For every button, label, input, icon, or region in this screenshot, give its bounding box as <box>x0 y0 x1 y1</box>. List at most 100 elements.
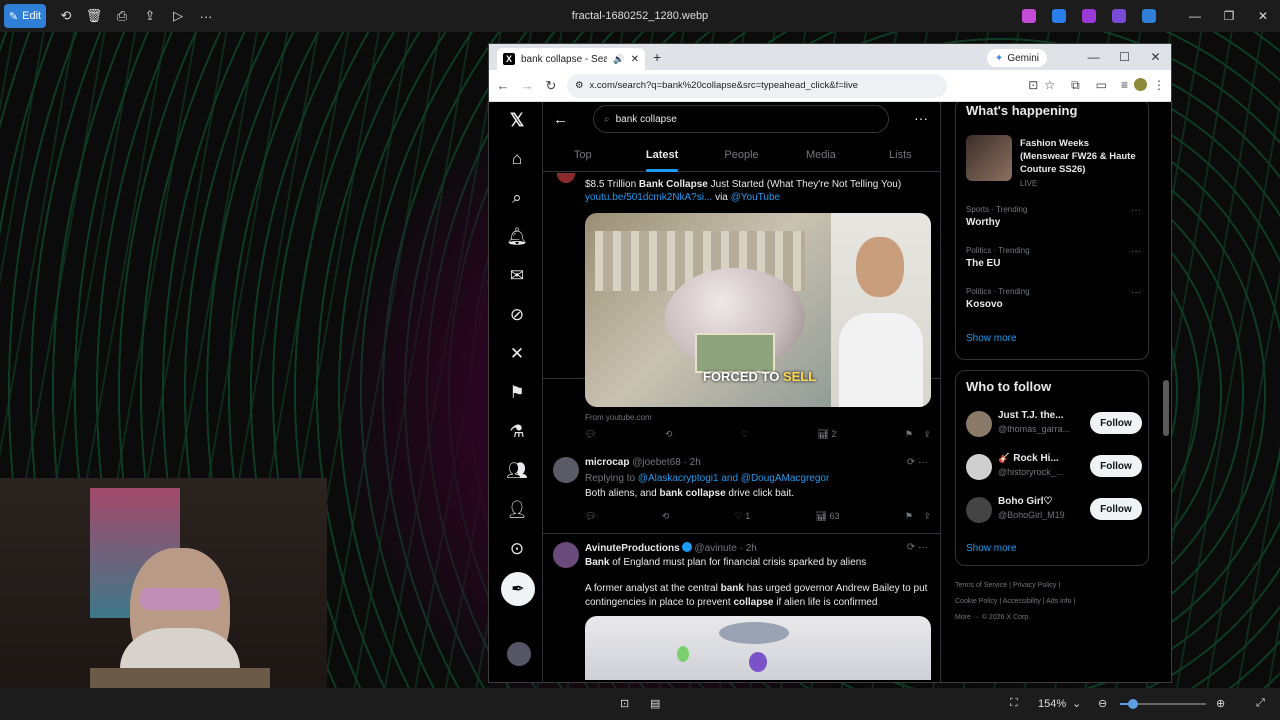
tweet[interactable]: microcap @joebet68 · 2h ⟳ ··· Replying t… <box>543 449 940 534</box>
bookmark-star-icon[interactable]: ☆ <box>1044 78 1055 93</box>
follow-suggestion[interactable]: Boho Girl♡ @BohoGirl_M19 Follow <box>966 495 1142 527</box>
share-icon[interactable]: ⇪ <box>136 4 164 28</box>
premium-icon[interactable]: ✕ <box>505 342 529 366</box>
browser-menu-icon[interactable]: ⋮ <box>1153 78 1165 93</box>
show-more-trends[interactable]: Show more <box>966 333 1017 344</box>
clipchamp-icon[interactable] <box>1082 9 1096 23</box>
share-tweet-icon[interactable]: ⇪ <box>923 511 931 521</box>
featured-image[interactable] <box>966 135 1012 181</box>
user-avatar[interactable] <box>966 411 992 437</box>
delete-icon[interactable]: 🗑 <box>80 4 108 28</box>
gemini-button[interactable]: ✦ Gemini <box>986 49 1047 67</box>
messages-icon[interactable]: ✉ <box>505 264 529 288</box>
follow-button[interactable]: Follow <box>1090 498 1142 520</box>
bookmarks-icon[interactable]: ⚑ <box>505 381 529 405</box>
zoom-slider[interactable] <box>1120 699 1206 709</box>
rotate-icon[interactable]: ⟲ <box>52 4 80 28</box>
tab-people[interactable]: People <box>702 142 781 171</box>
filmstrip-icon[interactable]: ▤ <box>650 697 660 710</box>
tweet-image[interactable] <box>585 616 931 680</box>
tab-media[interactable]: Media <box>781 142 860 171</box>
tab-latest[interactable]: Latest <box>622 142 701 172</box>
show-more-follow[interactable]: Show more <box>966 543 1017 554</box>
views-count[interactable]: 📊︎ 2 <box>817 429 836 440</box>
browser-close-button[interactable]: ✕ <box>1140 44 1171 70</box>
reading-list-icon[interactable]: ≡ <box>1121 78 1128 93</box>
tab-top[interactable]: Top <box>543 142 622 171</box>
zoom-in-icon[interactable]: ⊕ <box>1216 697 1225 710</box>
like-button[interactable]: ♡ 1 <box>735 511 751 522</box>
tweet-avatar[interactable] <box>553 457 579 483</box>
bookmark-icon[interactable]: ⚑ <box>905 429 913 439</box>
follow-button[interactable]: Follow <box>1090 412 1142 434</box>
grok-icon[interactable]: ⊘ <box>505 303 529 327</box>
trend-more-icon[interactable]: ··· <box>1131 246 1141 257</box>
follow-suggestion[interactable]: Just T.J. the... @thomas_garra... Follow <box>966 409 1142 441</box>
crop-icon[interactable]: ⊡ <box>620 697 629 710</box>
bookmark-icon[interactable]: ⚑ <box>905 511 913 521</box>
tweet-link[interactable]: youtu.be/501dcmk2NkA?si... <box>585 192 712 203</box>
notifications-icon[interactable]: 🔔︎ <box>505 225 529 249</box>
explore-icon[interactable]: ⌕ <box>505 186 529 210</box>
youtube-mention[interactable]: @YouTube <box>731 192 780 203</box>
tweet-avatar[interactable] <box>553 542 579 568</box>
forward-icon[interactable]: → <box>515 78 539 93</box>
reply-icon[interactable]: 💬︎ <box>585 511 596 522</box>
reload-icon[interactable]: ↻ <box>539 78 563 94</box>
trend-item[interactable]: Politics · Trending Kosovo ··· <box>966 287 1141 310</box>
fullscreen-icon[interactable]: ⤢ <box>1256 697 1265 710</box>
trend-more-icon[interactable]: ··· <box>1131 287 1141 298</box>
page-scrollbar[interactable] <box>1163 104 1169 680</box>
zoom-dropdown-icon[interactable]: ⌄ <box>1072 697 1081 710</box>
trend-more-icon[interactable]: ··· <box>1131 205 1141 216</box>
print-icon[interactable]: ⎙ <box>108 4 136 28</box>
back-icon[interactable]: ← <box>491 78 515 93</box>
more-nav-icon[interactable]: ⊙ <box>505 537 529 561</box>
copilot-icon[interactable] <box>1022 9 1036 23</box>
back-arrow-icon[interactable]: ← <box>553 111 568 128</box>
scrollbar-thumb[interactable] <box>1163 380 1169 436</box>
like-icon[interactable]: ♡ <box>741 429 749 440</box>
follow-suggestion[interactable]: 🎸 Rock Hi... @historyrock_... Follow <box>966 452 1142 484</box>
retweet-icon[interactable]: ⟲ <box>665 429 673 440</box>
close-tab-icon[interactable]: ✕ <box>631 54 639 65</box>
more-icon[interactable]: ··· <box>192 4 220 28</box>
featured-title[interactable]: Fashion Weeks (Menswear FW26 & Haute Cou… <box>1020 137 1138 176</box>
edit-button[interactable]: ✎ Edit <box>4 4 46 28</box>
url-field[interactable]: ⚙ x.com/search?q=bank%20collapse&src=typ… <box>567 73 947 98</box>
tweet[interactable]: AvinuteProductions @avinute · 2h ⟳ ··· B… <box>543 534 940 682</box>
profile-nav-icon[interactable]: 👤︎ <box>505 498 529 522</box>
trend-item[interactable]: Sports · Trending Worthy ··· <box>966 205 1141 228</box>
views-count[interactable]: 📊︎ 63 <box>816 511 840 522</box>
search-input[interactable]: ⌕ bank collapse <box>593 105 889 133</box>
tweet-menu-icon[interactable]: ⟳ ··· <box>907 542 928 553</box>
extensions-icon[interactable]: ⧉ <box>1071 78 1080 93</box>
tab-lists[interactable]: Lists <box>861 142 940 171</box>
maximize-button[interactable]: ❐ <box>1212 9 1246 23</box>
designer-icon[interactable] <box>1112 9 1126 23</box>
trend-item[interactable]: Politics · Trending The EU ··· <box>966 246 1141 269</box>
minimize-button[interactable]: — <box>1178 9 1212 23</box>
search-options-icon[interactable]: ··· <box>914 110 928 126</box>
new-tab-icon[interactable]: + <box>653 49 661 65</box>
close-button[interactable]: ✕ <box>1246 9 1280 23</box>
communities-icon[interactable]: 👥︎ <box>505 459 529 483</box>
site-info-icon[interactable]: ⚙ <box>575 80 584 91</box>
install-icon[interactable]: ⊡ <box>1028 78 1038 93</box>
user-avatar[interactable] <box>966 497 992 523</box>
account-avatar[interactable] <box>507 642 531 666</box>
zoom-level[interactable]: 154% <box>1038 698 1066 710</box>
onedrive-icon[interactable] <box>1142 9 1156 23</box>
share-tweet-icon[interactable]: ⇪ <box>923 429 931 439</box>
tweet-menu-icon[interactable]: ⟳ ··· <box>907 457 928 468</box>
zoom-slider-thumb[interactable] <box>1127 699 1138 709</box>
editor-icon[interactable] <box>1052 9 1066 23</box>
compose-post-button[interactable]: ✒ <box>501 572 535 606</box>
fit-icon[interactable]: ⛶ <box>1010 697 1018 710</box>
browser-tab[interactable]: X bank collapse - Search / X 🔊 ✕ <box>497 48 645 70</box>
x-logo-icon[interactable]: 𝕏 <box>505 108 529 132</box>
profile-icon[interactable] <box>1134 78 1147 91</box>
slideshow-icon[interactable]: ▷ <box>164 4 192 28</box>
tweet-avatar[interactable] <box>557 173 575 183</box>
follow-button[interactable]: Follow <box>1090 455 1142 477</box>
